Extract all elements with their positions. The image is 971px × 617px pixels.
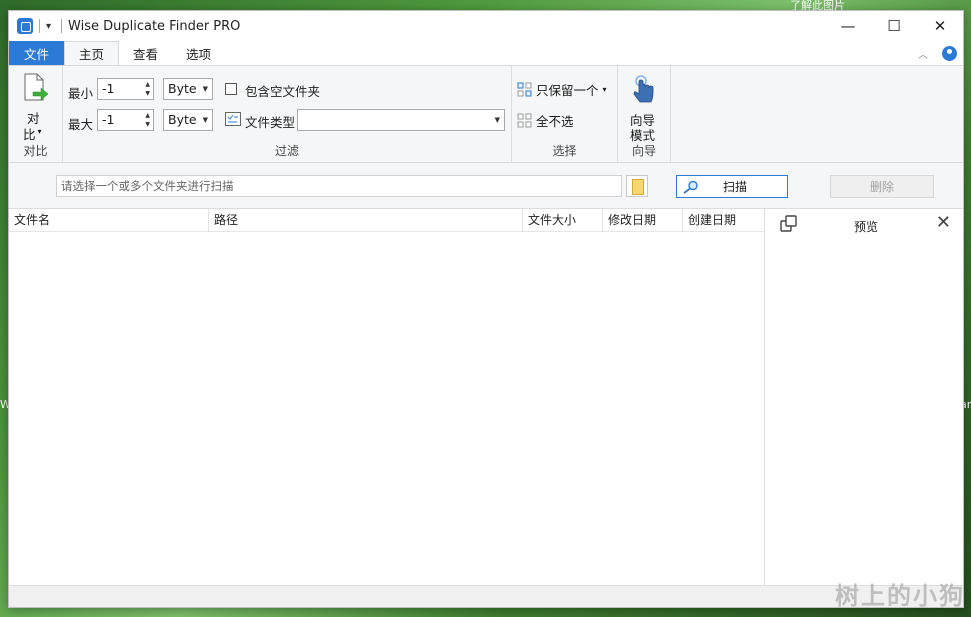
column-file-name[interactable]: 文件名 — [9, 209, 209, 231]
preview-pane: 预览 ✕ — [764, 209, 963, 585]
group-label-wizard: 向导 — [631, 144, 656, 158]
group-select: 只保留一个 ▾ 全不选 选择 — [512, 66, 618, 162]
title-bar: ▾ Wise Duplicate Finder PRO — ☐ ✕ — [9, 11, 963, 41]
watermark-text: 树上的小狗 — [835, 582, 965, 610]
group-filter: 最小 -1 ▲▼ Byte ▼ 最大 -1 ▲▼ Byte ▼ 包含空文件夹 — [63, 66, 512, 162]
close-button[interactable]: ✕ — [917, 11, 963, 41]
preview-title: 预览 — [854, 220, 879, 234]
column-file-size[interactable]: 文件大小 — [523, 209, 603, 231]
column-path[interactable]: 路径 — [209, 209, 523, 231]
column-modified-date[interactable]: 修改日期 — [603, 209, 683, 231]
table-header: 文件名 路径 文件大小 修改日期 创建日期 — [9, 209, 764, 232]
quick-access-dropdown-icon[interactable]: ▾ — [46, 21, 51, 32]
chevron-down-icon: ▾ — [602, 85, 607, 94]
max-size-input[interactable]: -1 ▲ ▼ — [97, 109, 154, 131]
max-size-label: 最大 — [68, 117, 94, 132]
file-type-select[interactable]: ▼ — [297, 109, 505, 131]
app-window: ▾ Wise Duplicate Finder PRO — ☐ ✕ 文件 主页 … — [8, 10, 964, 608]
scan-button[interactable]: 扫描 — [676, 175, 788, 198]
maximize-button[interactable]: ☐ — [871, 11, 917, 41]
ribbon-tabs: 文件 主页 查看 选项 ︿ — [9, 41, 963, 65]
file-type-label: 文件类型 — [245, 115, 296, 130]
max-size-unit-select[interactable]: Byte ▼ — [163, 109, 213, 131]
keep-one-button[interactable]: 只保留一个 ▾ — [517, 80, 607, 99]
collapse-ribbon-icon[interactable]: ︿ — [918, 46, 928, 61]
chevron-down-icon: ▼ — [202, 116, 208, 124]
tab-view[interactable]: 查看 — [119, 41, 172, 65]
chevron-down-icon: ▼ — [494, 116, 500, 124]
group-wizard: 向导 模式 向导 — [618, 66, 671, 162]
file-type-icon — [225, 112, 241, 126]
compare-label-2: 比 — [23, 127, 36, 142]
results-table: 文件名 路径 文件大小 修改日期 创建日期 — [9, 209, 764, 585]
close-preview-icon[interactable]: ✕ — [936, 212, 951, 233]
app-logo-icon — [17, 18, 33, 34]
compare-button[interactable]: 对 比 ▾ — [15, 72, 57, 142]
column-created-date[interactable]: 创建日期 — [683, 209, 764, 231]
tab-home[interactable]: 主页 — [64, 41, 120, 65]
include-empty-folders-checkbox[interactable] — [225, 83, 237, 95]
deselect-grid-icon — [517, 113, 532, 128]
minimize-button[interactable]: — — [825, 11, 871, 41]
keep-one-grid-icon — [517, 82, 532, 97]
min-size-label: 最小 — [68, 86, 94, 101]
wizard-mode-button[interactable]: 向导 模式 — [622, 72, 666, 143]
deselect-all-button[interactable]: 全不选 — [517, 111, 574, 130]
detach-window-icon[interactable] — [780, 215, 798, 233]
ribbon: 对 比 ▾ 对比 最小 -1 ▲ ▼ Byte ▼ 最大 -1 ▲ ▼ Byte… — [9, 65, 963, 163]
browse-folder-button[interactable] — [626, 175, 648, 197]
wizard-hand-icon — [633, 75, 654, 103]
compare-dropdown-icon: ▾ — [37, 127, 42, 136]
group-label-compare: 对比 — [23, 144, 48, 158]
group-label-filter: 过滤 — [274, 144, 299, 158]
tab-file[interactable]: 文件 — [9, 41, 64, 65]
folder-path-input[interactable]: 请选择一个或多个文件夹进行扫描 — [56, 175, 622, 197]
user-account-icon[interactable] — [942, 45, 957, 61]
window-title: Wise Duplicate Finder PRO — [68, 18, 241, 34]
group-label-select: 选择 — [552, 144, 577, 158]
chevron-down-icon: ▼ — [202, 85, 208, 93]
group-compare: 对 比 ▾ 对比 — [9, 66, 63, 162]
tab-options[interactable]: 选项 — [172, 41, 225, 65]
include-empty-folders-label[interactable]: 包含空文件夹 — [245, 81, 320, 100]
min-size-input[interactable]: -1 ▲ ▼ — [97, 78, 154, 100]
compare-file-icon — [24, 73, 49, 101]
max-size-spinner-icon[interactable]: ▲ ▼ — [145, 111, 150, 129]
min-size-unit-select[interactable]: Byte ▼ — [163, 78, 213, 100]
min-size-spinner-icon[interactable]: ▲ ▼ — [145, 80, 150, 98]
scan-bar: 请选择一个或多个文件夹进行扫描 扫描 删除 — [9, 163, 963, 209]
status-bar — [9, 585, 963, 607]
search-icon — [683, 180, 698, 194]
delete-button[interactable]: 删除 — [830, 175, 934, 198]
